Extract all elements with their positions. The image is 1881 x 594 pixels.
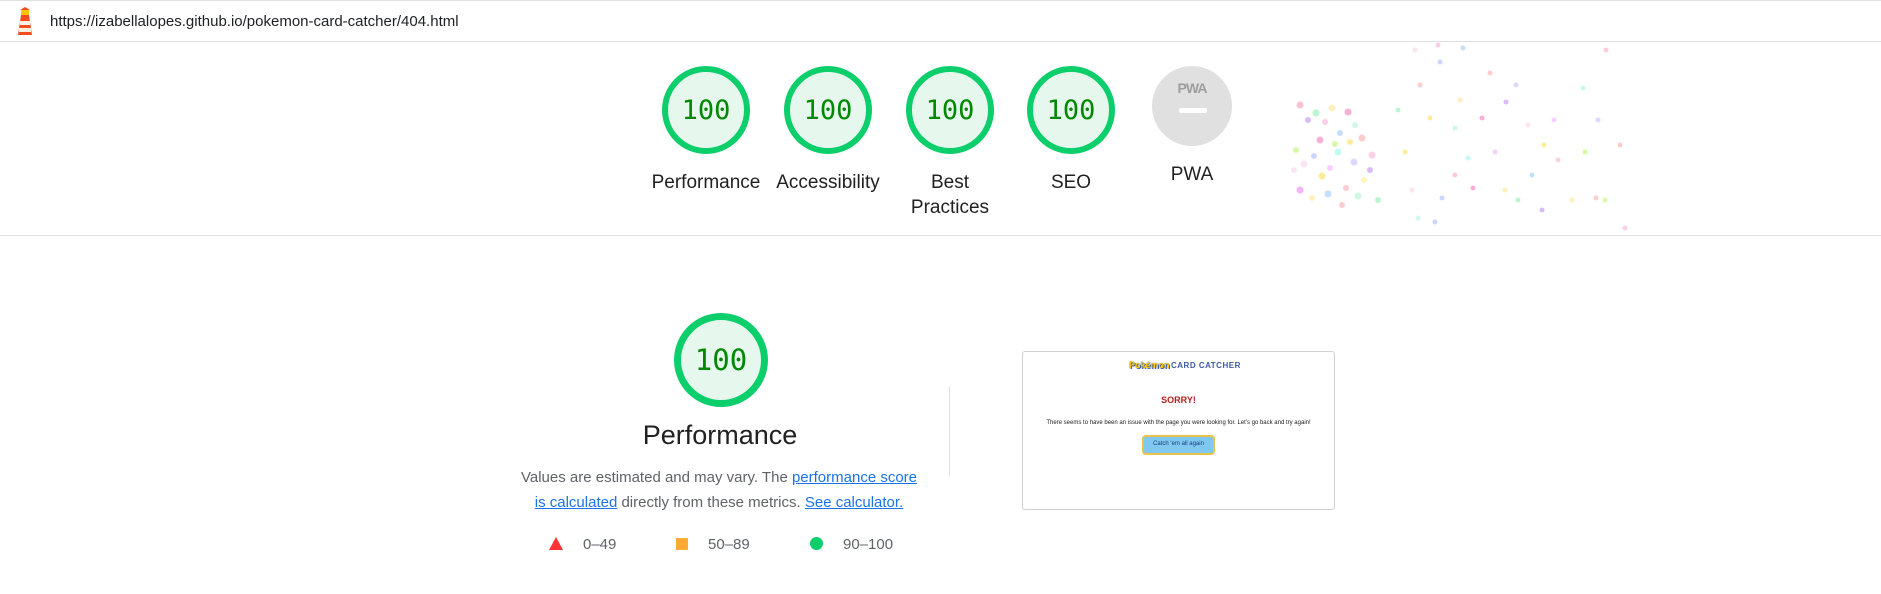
pwa-badge-text: PWA bbox=[1177, 80, 1208, 96]
gauge-label: Performance bbox=[651, 172, 761, 193]
gauge-label: Best Practices bbox=[910, 172, 990, 218]
score-value: 100 bbox=[681, 94, 731, 126]
legend-item-pass: 90–100 bbox=[810, 536, 893, 553]
lighthouse-icon bbox=[18, 7, 32, 35]
score-value: 100 bbox=[694, 343, 748, 377]
score-ring: 100 bbox=[1027, 66, 1115, 154]
performance-description: Values are estimated and may vary. The p… bbox=[514, 465, 924, 515]
legend-item-fail: 0–49 bbox=[549, 536, 616, 553]
section-divider bbox=[0, 235, 1881, 236]
screenshot-catch-button: Catch 'em all again bbox=[1142, 435, 1215, 455]
description-text: directly from these metrics. bbox=[617, 494, 805, 511]
gauge-performance[interactable]: 100 Performance bbox=[650, 66, 762, 195]
green-circle-icon bbox=[810, 537, 823, 550]
score-value: 100 bbox=[1046, 94, 1096, 126]
gauge-seo[interactable]: 100 SEO bbox=[1015, 66, 1127, 195]
score-value: 100 bbox=[803, 94, 853, 126]
confetti-decoration bbox=[1291, 42, 1628, 231]
card-catcher-logo: CARD CATCHER bbox=[1171, 361, 1241, 370]
screenshot-message: There seems to have been an issue with t… bbox=[1046, 420, 1311, 426]
score-ring: 100 bbox=[662, 66, 750, 154]
pokemon-logo: Pokémon bbox=[1129, 360, 1170, 370]
gauge-pwa[interactable]: PWA PWA bbox=[1136, 66, 1248, 187]
screenshot-heading: SORRY! bbox=[1161, 395, 1196, 405]
gauge-label: SEO bbox=[1050, 172, 1092, 193]
performance-title: Performance bbox=[642, 420, 798, 450]
legend-item-average: 50–89 bbox=[676, 536, 750, 553]
performance-summary-gauge[interactable]: 100 bbox=[674, 313, 768, 407]
gauge-label: PWA bbox=[1170, 164, 1214, 185]
page-url-link[interactable]: https://izabellalopes.github.io/pokemon-… bbox=[50, 13, 459, 30]
pwa-dash-icon bbox=[1179, 108, 1207, 113]
see-calculator-link[interactable]: See calculator. bbox=[805, 494, 903, 511]
score-ring: 100 bbox=[784, 66, 872, 154]
final-screenshot[interactable]: Pokémon CARD CATCHER SORRY! There seems … bbox=[1022, 351, 1335, 510]
score-ring: 100 bbox=[674, 313, 768, 407]
report-topbar: https://izabellalopes.github.io/pokemon-… bbox=[0, 0, 1881, 42]
score-ring: 100 bbox=[906, 66, 994, 154]
gauge-label: Accessibility bbox=[776, 172, 880, 193]
pwa-badge: PWA bbox=[1152, 66, 1232, 146]
legend-range: 0–49 bbox=[583, 536, 617, 553]
orange-square-icon bbox=[676, 538, 688, 550]
description-text: Values are estimated and may vary. The bbox=[520, 469, 792, 486]
gauge-accessibility[interactable]: 100 Accessibility bbox=[772, 66, 884, 195]
score-value: 100 bbox=[925, 94, 975, 126]
red-triangle-icon bbox=[549, 537, 563, 550]
legend-range: 90–100 bbox=[843, 536, 894, 553]
vertical-separator bbox=[949, 386, 950, 476]
legend-range: 50–89 bbox=[708, 536, 750, 553]
gauge-best-practices[interactable]: 100 Best Practices bbox=[894, 66, 1006, 220]
